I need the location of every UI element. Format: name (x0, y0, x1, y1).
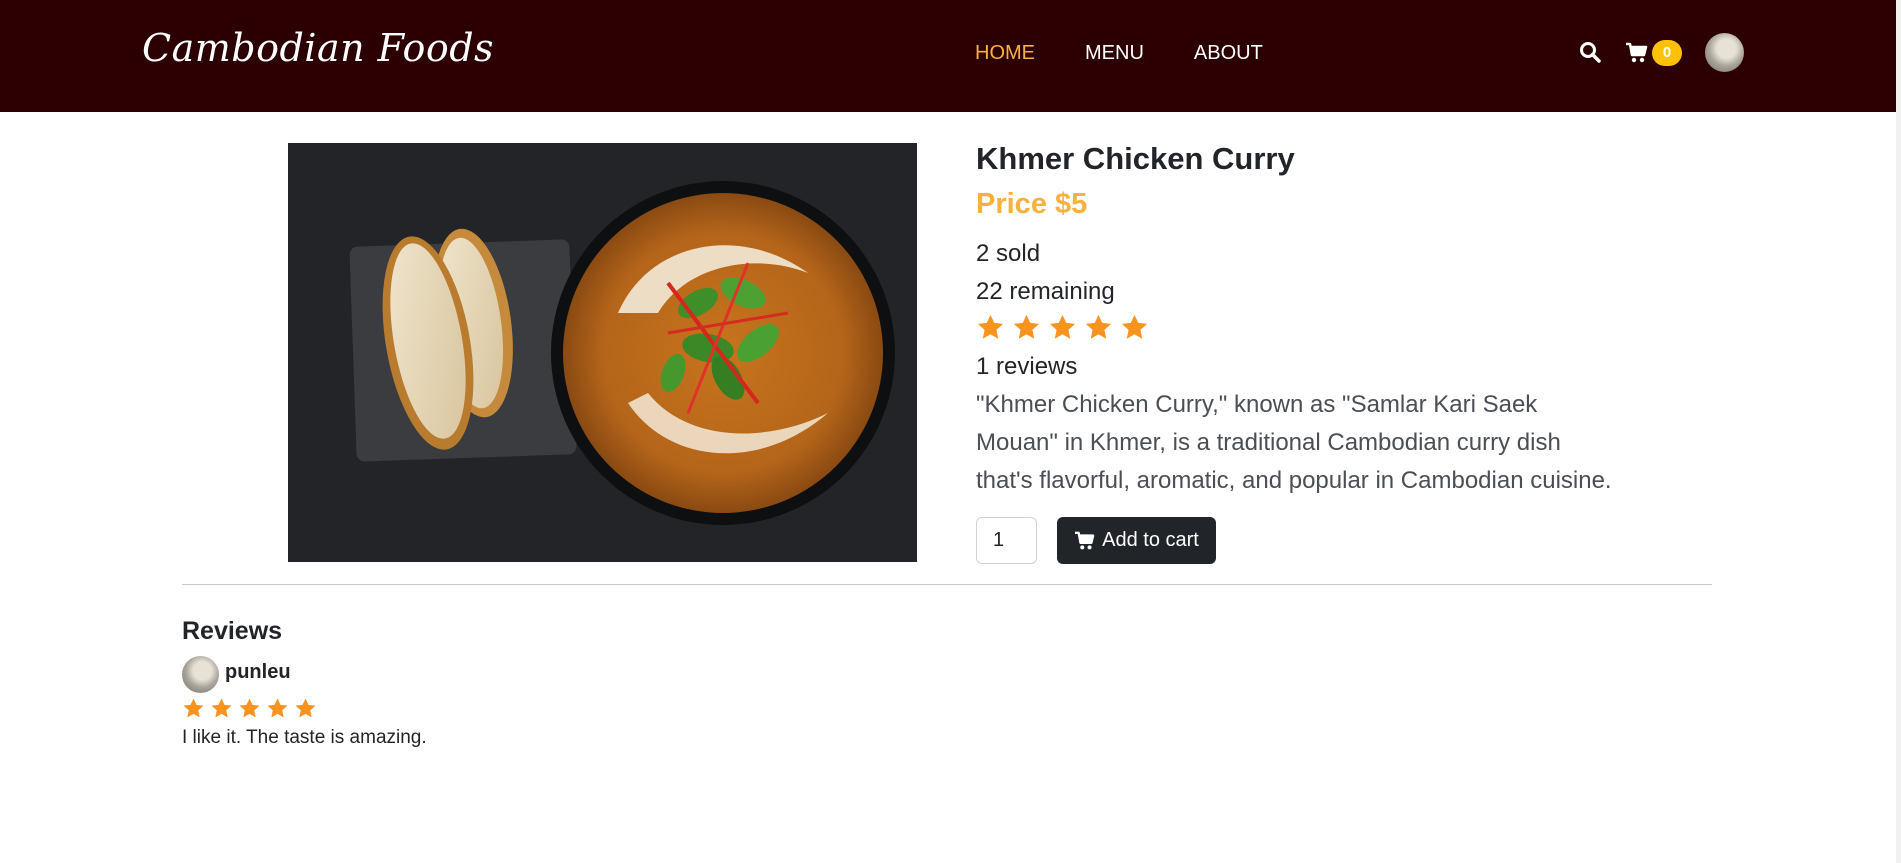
search-icon[interactable] (1579, 41, 1603, 65)
divider (182, 584, 1712, 585)
user-avatar[interactable] (1705, 33, 1744, 72)
quantity-input[interactable] (976, 517, 1037, 564)
star-icon (183, 698, 204, 718)
star-icon (295, 698, 316, 718)
remaining-count: 22 remaining (976, 278, 1115, 305)
cart-button[interactable]: 0 (1625, 40, 1685, 68)
star-icon (1013, 314, 1040, 339)
product-title: Khmer Chicken Curry (976, 141, 1295, 176)
star-icon (977, 314, 1004, 339)
brand-logo[interactable]: Cambodian Foods (142, 26, 494, 70)
review-rating-stars (182, 697, 317, 720)
navbar: Cambodian Foods HOME MENU ABOUT 0 (0, 0, 1896, 112)
reviews-count: 1 reviews (976, 353, 1078, 380)
product-rating-stars (976, 313, 1149, 342)
product-description: "Khmer Chicken Curry," known as "Samlar … (976, 391, 1612, 494)
cart-count-badge: 0 (1652, 40, 1682, 66)
nav-link-home[interactable]: HOME (975, 42, 1035, 65)
star-icon (239, 698, 260, 718)
add-to-cart-label: Add to cart (1102, 529, 1199, 551)
star-icon (1085, 314, 1112, 339)
cart-icon (1626, 42, 1648, 63)
add-to-cart-button[interactable]: Add to cart (1057, 517, 1216, 564)
star-icon (267, 698, 288, 718)
reviews-heading: Reviews (182, 617, 283, 645)
cart-icon (1075, 531, 1095, 549)
scrollbar[interactable] (1896, 0, 1901, 863)
nav-links: HOME MENU ABOUT (975, 42, 1263, 65)
reviewer-name: punleu (225, 661, 291, 683)
sold-count: 2 sold (976, 240, 1041, 267)
nav-link-menu[interactable]: MENU (1085, 42, 1144, 65)
star-icon (211, 698, 232, 718)
nav-link-about[interactable]: ABOUT (1194, 42, 1263, 65)
product-price: Price $5 (976, 188, 1088, 220)
product-image (288, 143, 917, 562)
star-icon (1049, 314, 1076, 339)
review-text: I like it. The taste is amazing. (182, 727, 427, 748)
star-icon (1121, 314, 1148, 339)
reviewer-avatar (182, 656, 219, 693)
